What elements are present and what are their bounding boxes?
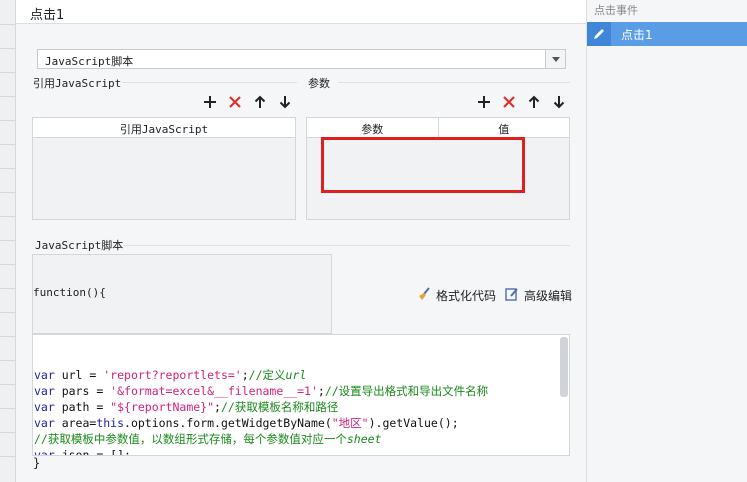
format-code-button[interactable]: 格式化代码 — [416, 286, 496, 305]
events-panel — [586, 0, 747, 482]
add-icon[interactable] — [202, 94, 218, 110]
delete-icon[interactable] — [227, 94, 243, 110]
code-line: var area=this.options.form.getWidgetByNa… — [34, 415, 569, 431]
script-type-select[interactable]: JavaScript脚本 — [37, 49, 566, 69]
code-token: var — [34, 400, 55, 414]
advanced-edit-label: 高级编辑 — [524, 289, 573, 303]
code-token: this — [96, 416, 125, 430]
move-down-icon[interactable] — [277, 94, 293, 110]
edit-icon — [504, 286, 520, 305]
highlight-box — [321, 137, 525, 193]
code-token: var — [34, 384, 55, 398]
chevron-down-icon[interactable] — [545, 50, 565, 68]
code-token: '&format=excel&__filename__=1' — [110, 384, 318, 398]
code-token: url — [285, 368, 307, 382]
event-list-item[interactable]: 点击1 — [587, 22, 747, 46]
left-gutter — [0, 0, 16, 482]
ref-js-column-header[interactable]: 引用JavaScript — [33, 118, 295, 137]
code-token: ; — [317, 384, 325, 398]
code-toolbar: 格式化代码 高级编辑 — [416, 286, 572, 305]
code-token: sheet — [346, 432, 382, 446]
params-column-name[interactable]: 参数 — [307, 118, 439, 137]
broom-icon — [416, 286, 432, 305]
move-up-icon[interactable] — [252, 94, 268, 110]
code-line: var json = []; — [34, 447, 569, 456]
delete-icon[interactable] — [501, 94, 517, 110]
code-token: ; — [214, 400, 221, 414]
code-scrollbar[interactable] — [560, 337, 568, 397]
divider — [338, 82, 570, 83]
format-code-label: 格式化代码 — [436, 289, 497, 303]
code-token: path = — [54, 400, 111, 414]
params-column-value[interactable]: 值 — [439, 118, 570, 137]
ref-js-toolbar — [202, 94, 293, 110]
code-token: //定义 — [248, 368, 286, 382]
code-token: .options.form.getWidgetByName( — [124, 416, 332, 430]
code-token: url = — [54, 368, 104, 382]
code-token: "地区" — [331, 416, 369, 430]
code-line: var url = 'report?reportlets=';//定义url — [34, 367, 569, 383]
code-token: area= — [54, 416, 97, 430]
function-signature: function(){ — [33, 286, 106, 299]
code-token: ).getValue(); — [368, 416, 459, 430]
code-token: //设置导出格式和导出文件名称 — [324, 384, 489, 398]
move-up-icon[interactable] — [526, 94, 542, 110]
script-section-label: JavaScript脚本 — [35, 239, 124, 252]
script-type-value: JavaScript脚本 — [45, 55, 134, 68]
divider — [122, 82, 297, 83]
code-token: var — [34, 368, 55, 382]
code-token: var — [34, 416, 55, 430]
advanced-edit-button[interactable]: 高级编辑 — [504, 286, 572, 305]
code-token: var — [34, 448, 55, 456]
code-token: 'report?reportlets=' — [103, 368, 242, 382]
code-token: //获取模板中参数值，以数组形式存储，每个参数值对应一个 — [34, 432, 347, 446]
events-panel-title: 点击事件 — [594, 4, 638, 17]
code-editor[interactable]: var url = 'report?reportlets=';//定义url va… — [32, 334, 570, 456]
add-icon[interactable] — [476, 94, 492, 110]
pencil-icon[interactable] — [587, 22, 611, 46]
event-title: 点击1 — [16, 0, 586, 24]
ref-js-section-label: 引用JavaScript — [33, 77, 122, 90]
params-toolbar — [476, 94, 567, 110]
params-section-label: 参数 — [308, 77, 330, 90]
code-lines: var url = 'report?reportlets=';//定义url va… — [34, 367, 569, 456]
code-token: json = []; — [54, 448, 131, 456]
code-token: pars = — [54, 384, 111, 398]
divider — [124, 245, 570, 246]
code-line: var pars = '&format=excel&__filename__=1… — [34, 383, 569, 399]
code-token: ; — [241, 368, 249, 382]
code-line: //获取模板中参数值，以数组形式存储，每个参数值对应一个sheet — [34, 431, 569, 447]
code-line: var path = "${reportName}";//获取模板名称和路径 — [34, 399, 569, 415]
function-closing-brace: } — [33, 456, 41, 470]
event-item-label: 点击1 — [621, 27, 653, 42]
move-down-icon[interactable] — [551, 94, 567, 110]
code-token: "${reportName}" — [110, 400, 215, 414]
code-token: //获取模板名称和路径 — [220, 400, 339, 414]
ref-js-table[interactable]: 引用JavaScript — [32, 117, 296, 220]
